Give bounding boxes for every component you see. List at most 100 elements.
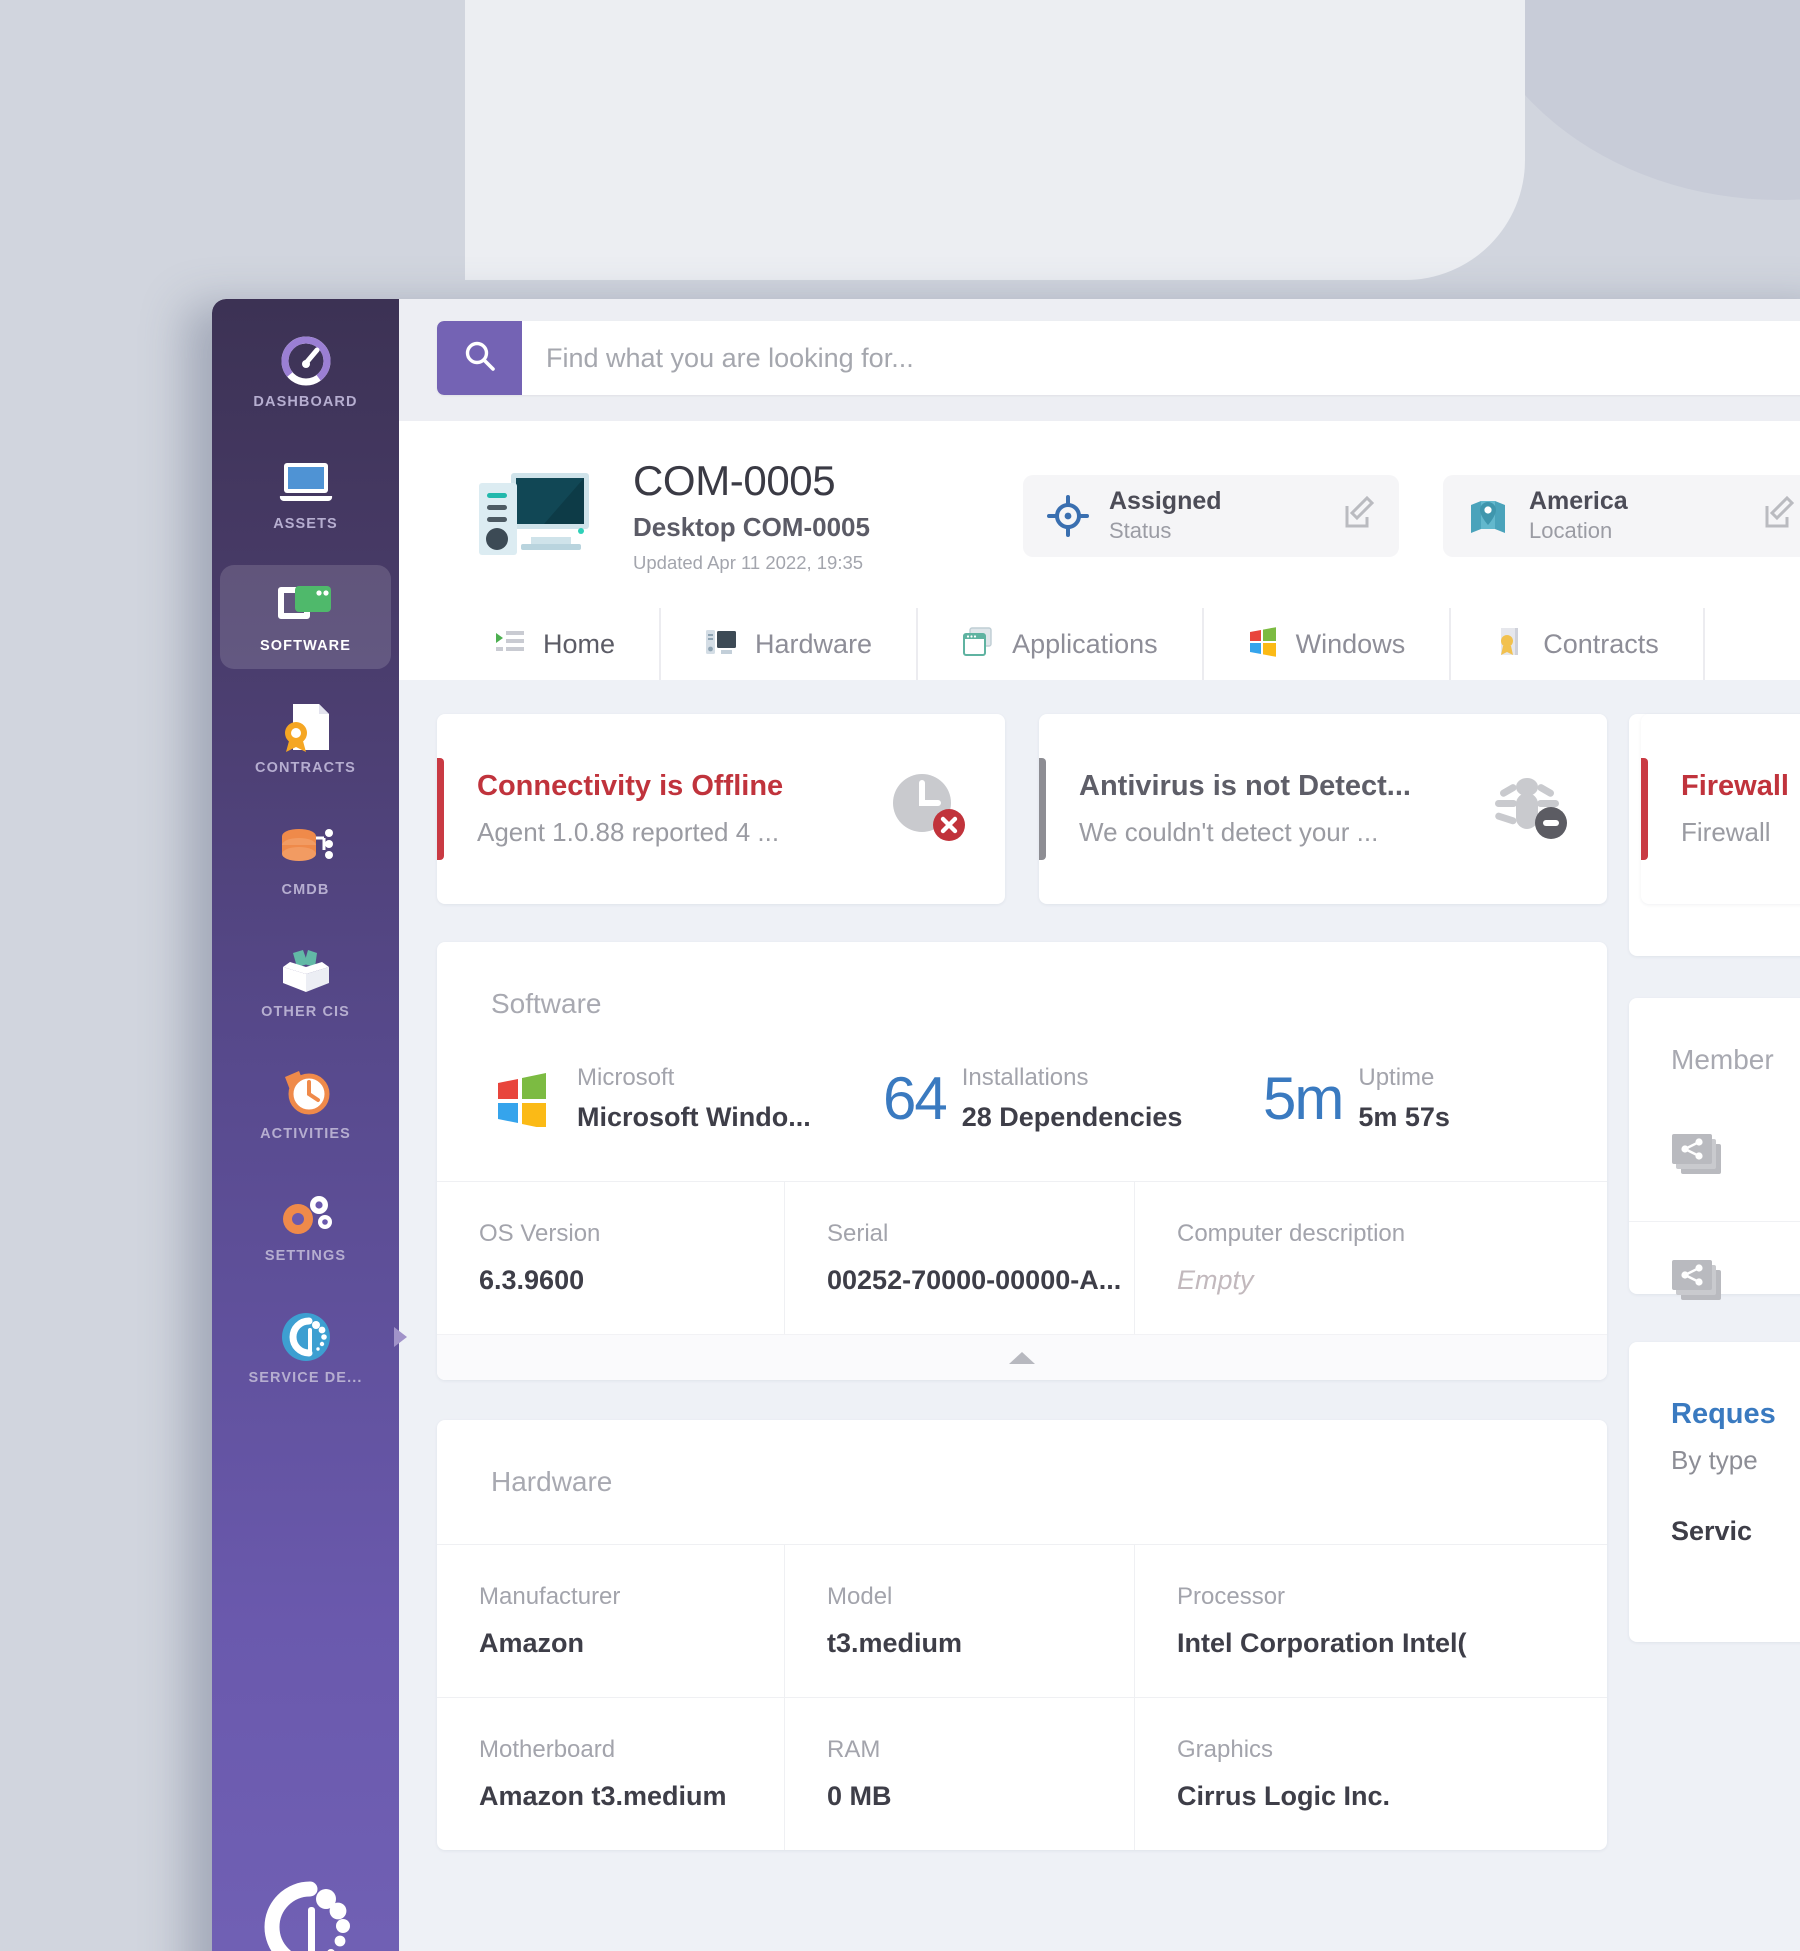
member-row[interactable]	[1629, 1096, 1800, 1222]
gauge-icon	[280, 336, 332, 386]
software-panel-title: Software	[491, 988, 602, 1019]
software-fields: OS Version 6.3.9600 Serial 00252-70000-0…	[437, 1181, 1607, 1334]
sidebar-item-assets[interactable]: ASSETS	[220, 443, 391, 547]
tab-hardware[interactable]: Hardware	[661, 608, 919, 680]
sidebar-item-other-cis[interactable]: OTHER CIS	[220, 931, 391, 1035]
software-panel-collapse-toggle[interactable]	[437, 1334, 1607, 1380]
status-chip[interactable]: Assigned Status	[1023, 474, 1399, 557]
status-chip-text: Assigned Status	[1109, 487, 1329, 544]
sidebar-item-service-desk[interactable]: SERVICE DE...	[220, 1297, 407, 1401]
alert-description: Firewall	[1681, 817, 1771, 847]
software-window-icon	[277, 580, 335, 630]
members-panel: Member	[1629, 998, 1800, 1300]
target-icon	[1045, 494, 1091, 537]
asset-tabs: Home Hardware Applications Windows Contr…	[399, 608, 1800, 680]
edit-pencil-icon[interactable]	[1343, 495, 1377, 535]
sidebar-item-label: SETTINGS	[264, 1248, 347, 1264]
kpi-uptime: 5m Uptime 5m 57s	[1263, 1064, 1450, 1133]
search-input[interactable]	[522, 321, 1800, 395]
share-stack-icon	[1671, 1132, 1727, 1185]
tab-windows[interactable]: Windows	[1204, 608, 1452, 680]
sidebar-item-settings[interactable]: SETTINGS	[220, 1175, 391, 1279]
asset-updated-timestamp: Updated Apr 11 2022, 19:35	[633, 552, 864, 573]
bug-disabled-icon	[1487, 767, 1573, 852]
invgate-logo	[212, 1877, 399, 1951]
alert-card-connectivity[interactable]: Connectivity is Offline Agent 1.0.88 rep…	[437, 714, 1005, 904]
kpi-installations: 64 Installations 28 Dependencies	[883, 1064, 1263, 1133]
global-search	[437, 321, 1800, 395]
member-row[interactable]	[1629, 1222, 1800, 1347]
kpi-text: Installations 28 Dependencies	[962, 1064, 1183, 1133]
asset-subtitle: Desktop COM-0005	[633, 512, 870, 542]
kpi-label: Uptime	[1358, 1064, 1435, 1091]
tab-label: Windows	[1295, 628, 1406, 659]
app-windows-icon	[962, 626, 994, 662]
tab-home[interactable]: Home	[471, 608, 662, 680]
contract-seal-icon	[1495, 627, 1525, 662]
sidebar-item-contracts[interactable]: CONTRACTS	[220, 687, 391, 791]
kpi-value: Microsoft Windo...	[577, 1102, 811, 1132]
sidebar-item-cmdb[interactable]: CMDB	[220, 809, 391, 913]
asset-attribute-chips: Assigned Status America Location	[1023, 474, 1800, 557]
kpi-label: Installations	[961, 1064, 1089, 1091]
alert-description: We couldn't detect your ...	[1079, 817, 1379, 847]
search-icon	[463, 339, 497, 378]
field-label: Computer description	[1177, 1220, 1406, 1247]
sidebar-item-dashboard[interactable]: DASHBOARD	[220, 321, 391, 425]
sidebar-item-software[interactable]: SOFTWARE	[220, 565, 391, 669]
field-manufacturer: Manufacturer Amazon	[437, 1545, 785, 1697]
tab-label: Hardware	[755, 628, 873, 659]
asset-identity: COM-0005 Desktop COM-0005 Updated Apr 11…	[633, 457, 963, 574]
alert-card-firewall[interactable]: Firewall Firewall	[1641, 714, 1800, 904]
software-kpis: Microsoft Microsoft Windo... 64 Installa…	[437, 1020, 1607, 1181]
sidebar-item-label: SERVICE DE...	[248, 1370, 363, 1386]
location-value: America	[1529, 487, 1628, 515]
sidebar-item-label: ASSETS	[273, 516, 338, 532]
location-chip-text: America Location	[1529, 487, 1749, 544]
windows-logo-icon	[1248, 626, 1278, 662]
alert-text: Firewall Firewall	[1681, 770, 1800, 848]
sidebar-item-label: CMDB	[281, 882, 330, 898]
edit-pencil-icon[interactable]	[1763, 495, 1797, 535]
field-os-version: OS Version 6.3.9600	[437, 1182, 785, 1334]
field-label: Serial	[827, 1220, 889, 1247]
members-title: Member	[1671, 1044, 1774, 1075]
alert-card-antivirus[interactable]: Antivirus is not Detect... We couldn't d…	[1039, 714, 1607, 904]
asset-summary-row: COM-0005 Desktop COM-0005 Updated Apr 11…	[399, 457, 1800, 574]
search-button[interactable]	[437, 321, 522, 395]
alert-text: Antivirus is not Detect... We couldn't d…	[1079, 770, 1469, 848]
hardware-fields-row-2: Motherboard Amazon t3.medium RAM 0 MB Gr…	[437, 1697, 1607, 1850]
kpi-label: Microsoft	[577, 1064, 675, 1091]
map-pin-icon	[1465, 495, 1511, 537]
tab-applications[interactable]: Applications	[918, 608, 1204, 680]
field-motherboard: Motherboard Amazon t3.medium	[437, 1698, 785, 1850]
service-desk-icon	[279, 1312, 333, 1362]
field-label: Processor	[1177, 1583, 1286, 1610]
field-value: Intel Corporation Intel(	[1177, 1628, 1467, 1658]
search-bar-row	[399, 299, 1800, 421]
field-value: Empty	[1177, 1265, 1254, 1295]
database-icon	[278, 824, 334, 874]
field-value: 6.3.9600	[479, 1265, 585, 1295]
tab-contracts[interactable]: Contracts	[1451, 608, 1705, 680]
monitor-icon	[278, 458, 334, 508]
sidebar-item-activities[interactable]: ACTIVITIES	[220, 1053, 391, 1157]
sidebar-item-label: OTHER CIS	[261, 1004, 350, 1020]
requests-item: Servic	[1671, 1516, 1753, 1546]
alert-title: Connectivity is Offline	[477, 770, 784, 802]
field-graphics: Graphics Cirrus Logic Inc.	[1135, 1698, 1390, 1850]
requests-title[interactable]: Reques	[1671, 1398, 1800, 1431]
alert-title: Firewall	[1681, 770, 1789, 802]
clock-history-icon	[279, 1068, 333, 1118]
requests-panel: Reques By type Servic	[1629, 1342, 1800, 1642]
field-label: Manufacturer	[479, 1583, 621, 1610]
chevron-right-icon[interactable]	[394, 1327, 407, 1347]
location-chip[interactable]: America Location	[1443, 474, 1800, 557]
field-value: 0 MB	[827, 1781, 892, 1811]
field-value: t3.medium	[827, 1628, 963, 1658]
windows-logo-icon	[483, 1071, 561, 1127]
kpi-value: 28 Dependencies	[961, 1102, 1183, 1132]
tab-label: Contracts	[1543, 628, 1659, 659]
sidebar-item-label: CONTRACTS	[255, 760, 356, 776]
sidebar-item-label: DASHBOARD	[253, 394, 358, 410]
